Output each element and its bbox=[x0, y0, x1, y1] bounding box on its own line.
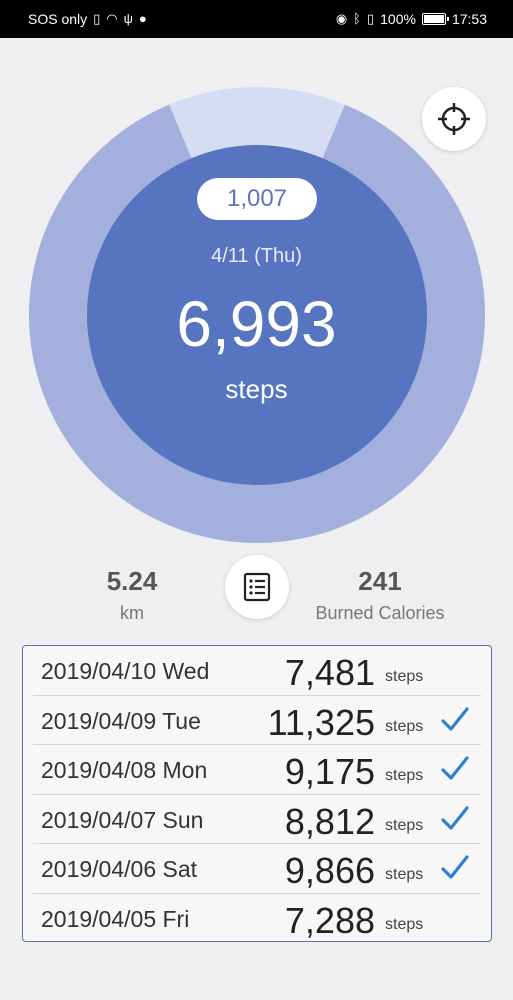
eye-icon: ◉ bbox=[335, 11, 348, 26]
history-unit: steps bbox=[385, 816, 424, 834]
checkmark-icon bbox=[441, 756, 469, 780]
history-date: 2019/04/05 Fri bbox=[41, 905, 190, 932]
notification-icon: ● bbox=[138, 11, 147, 26]
history-row[interactable]: 2019/04/05 Fri 7,288 steps bbox=[33, 894, 481, 944]
history-steps: 11,325 bbox=[267, 701, 375, 743]
history-date: 2019/04/10 Wed bbox=[41, 658, 210, 684]
distance-unit: km bbox=[120, 603, 144, 623]
checkmark-icon bbox=[441, 706, 469, 731]
history-list-button[interactable] bbox=[225, 555, 289, 619]
crosshair-target-icon bbox=[438, 103, 470, 135]
status-bar: SOS only ▯ ◠ ψ ● ◉ ᛒ ▯ 100% 17:53 bbox=[0, 0, 513, 38]
calories-value: 241 bbox=[358, 566, 402, 596]
status-left: SOS only ▯ ◠ ψ ● bbox=[28, 11, 147, 27]
calories-stat: 241 Burned Calories bbox=[300, 566, 460, 624]
sim-alert-icon: ▯ bbox=[93, 11, 101, 26]
checkmark-icon bbox=[441, 805, 469, 830]
usb-icon: ψ bbox=[123, 11, 133, 26]
distance-value: 5.24 bbox=[106, 566, 158, 596]
bluetooth-icon: ᛒ bbox=[353, 11, 361, 26]
carrier-text: SOS only bbox=[28, 11, 88, 27]
status-right: ◉ ᛒ ▯ 100% 17:53 bbox=[336, 11, 487, 27]
checkmark-icon bbox=[441, 855, 469, 879]
vibrate-icon: ▯ bbox=[366, 11, 375, 26]
history-list: 2019/04/10 Wed 7,481 steps 2019/04/09 Tu… bbox=[22, 645, 492, 942]
distance-stat: 5.24 km bbox=[72, 566, 192, 624]
battery-icon bbox=[421, 13, 449, 25]
history-row[interactable]: 2019/04/09 Tue 11,325 steps bbox=[33, 696, 481, 745]
history-steps: 9,866 bbox=[284, 850, 375, 891]
steps-unit-label: steps bbox=[225, 374, 288, 404]
history-unit: steps bbox=[385, 717, 424, 735]
history-row[interactable]: 2019/04/07 Sun 8,812 steps bbox=[33, 795, 481, 844]
history-unit: steps bbox=[385, 767, 424, 784]
history-row[interactable]: 2019/04/10 Wed 7,481 steps bbox=[33, 646, 481, 696]
history-steps: 7,481 bbox=[284, 652, 375, 693]
history-row[interactable]: 2019/04/06 Sat 9,866 steps bbox=[33, 844, 481, 894]
wifi-icon: ◠ bbox=[106, 11, 118, 26]
history-unit: steps bbox=[385, 668, 424, 685]
calories-unit: Burned Calories bbox=[315, 603, 445, 623]
history-unit: steps bbox=[385, 866, 424, 883]
history-unit: steps bbox=[385, 915, 424, 933]
clock: 17:53 bbox=[451, 11, 487, 27]
remaining-goal-pill[interactable]: 1,007 bbox=[197, 178, 317, 220]
history-steps: 8,812 bbox=[284, 800, 375, 842]
history-steps: 9,175 bbox=[284, 751, 375, 792]
battery-percent: 100% bbox=[380, 11, 416, 27]
history-row[interactable]: 2019/04/08 Mon 9,175 steps bbox=[33, 745, 481, 795]
today-steps: 6,993 bbox=[176, 288, 337, 360]
locate-button[interactable] bbox=[422, 87, 486, 151]
current-date: 4/11 (Thu) bbox=[211, 245, 302, 267]
list-icon bbox=[243, 572, 271, 602]
history-date: 2019/04/08 Mon bbox=[41, 757, 208, 783]
history-steps: 7,288 bbox=[284, 899, 375, 941]
history-date: 2019/04/09 Tue bbox=[41, 707, 201, 734]
history-date: 2019/04/07 Sun bbox=[41, 806, 204, 833]
history-date: 2019/04/06 Sat bbox=[41, 856, 198, 882]
